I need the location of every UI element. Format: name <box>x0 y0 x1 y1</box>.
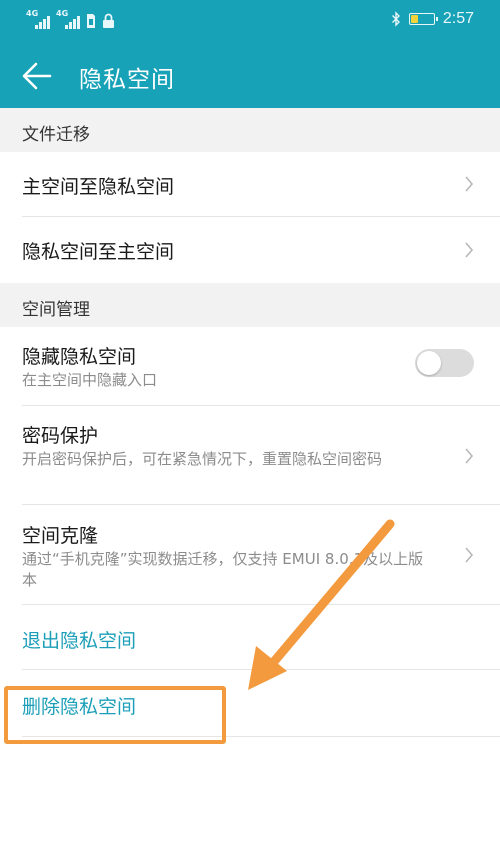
chevron-right-icon <box>465 242 474 258</box>
list-item-subtitle: 开启密码保护后，可在紧急情况下，重置隐私空间密码 <box>22 450 383 468</box>
chevron-right-icon <box>465 547 474 563</box>
divider <box>22 604 500 605</box>
battery-icon <box>408 13 438 25</box>
chevron-right-icon <box>465 176 474 192</box>
section-title: 文件迁移 <box>22 125 90 145</box>
app-bar: 隐私空间 <box>0 42 500 108</box>
list-item-private-to-main[interactable]: 隐私空间至主空间 <box>0 217 500 283</box>
list-item-title: 隐私空间至主空间 <box>22 241 175 263</box>
list-item-hide-private-space[interactable]: 隐藏隐私空间 在主空间中隐藏入口 <box>0 327 500 405</box>
highlight-box <box>4 686 226 744</box>
status-right: 2:57 <box>391 10 474 28</box>
list-item-title: 空间克隆 <box>22 525 99 547</box>
back-arrow-icon[interactable] <box>20 59 54 93</box>
list-item-subtitle: 在主空间中隐藏入口 <box>22 371 158 389</box>
bluetooth-icon <box>391 11 400 27</box>
list-item-main-to-private[interactable]: 主空间至隐私空间 <box>0 152 500 216</box>
list-item-title: 密码保护 <box>22 425 99 447</box>
list-item-subtitle: 通过“手机克隆”实现数据迁移，仅支持 EMUI 8.0.1及以上版本 <box>22 550 424 589</box>
page-title: 隐私空间 <box>79 67 175 93</box>
list-item-password-protection[interactable]: 密码保护 开启密码保护后，可在紧急情况下，重置隐私空间密码 <box>0 406 500 504</box>
list-item-space-clone[interactable]: 空间克隆 通过“手机克隆”实现数据迁移，仅支持 EMUI 8.0.1及以上版本 <box>0 505 500 604</box>
section-title: 空间管理 <box>22 300 90 320</box>
hide-space-toggle[interactable] <box>415 349 474 377</box>
status-time: 2:57 <box>442 10 474 27</box>
toggle-knob <box>417 351 441 375</box>
status-left: 4G 4G <box>26 9 115 29</box>
chevron-right-icon <box>465 448 474 464</box>
list-item-title: 主空间至隐私空间 <box>22 176 175 198</box>
signal-icon: 4G <box>56 9 80 29</box>
list-item-title: 隐藏隐私空间 <box>22 346 137 368</box>
battery-fill <box>410 15 419 23</box>
signal-icon: 4G <box>26 9 50 29</box>
status-bar: 4G 4G 2:57 <box>0 0 500 42</box>
section-header-file-migration: 文件迁移 <box>0 108 500 152</box>
divider <box>22 669 500 670</box>
lock-icon <box>103 13 114 28</box>
sim-icon <box>87 14 95 28</box>
section-header-space-management: 空间管理 <box>0 283 500 327</box>
exit-private-space-button[interactable]: 退出隐私空间 <box>22 626 136 653</box>
